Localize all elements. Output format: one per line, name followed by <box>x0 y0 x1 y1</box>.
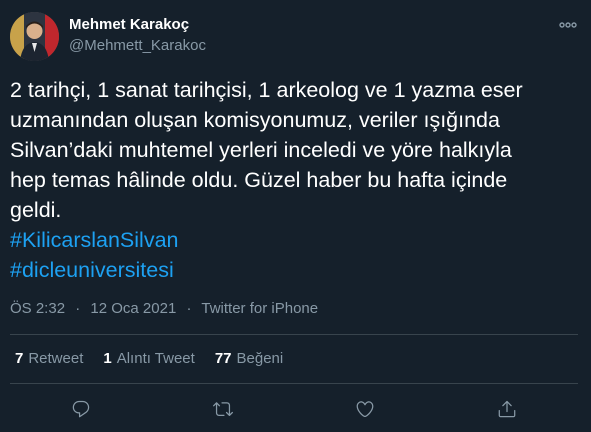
retweets-label: Retweet <box>28 350 84 367</box>
like-button[interactable] <box>352 396 378 422</box>
divider <box>10 383 578 384</box>
tweet-text: 2 tarihçi, 1 sanat tarihçisi, 1 arkeolog… <box>10 75 580 285</box>
likes-count: 77 <box>214 350 232 367</box>
quote-tweets-count: 1 <box>103 350 112 367</box>
likes-label: Beğeni <box>236 350 284 367</box>
user-handle[interactable]: @Mehmett_Karakoc <box>69 37 206 54</box>
tweet-text-line: 2 tarihçi, 1 sanat tarihçisi, 1 arkeolog… <box>10 78 523 102</box>
retweets-count: 7 <box>15 350 24 367</box>
display-name[interactable]: Mehmet Karakoç <box>69 16 189 33</box>
tweet-actions-bar <box>0 396 591 422</box>
tweet-source-link[interactable]: Twitter for iPhone <box>201 300 318 317</box>
separator-dot: · <box>186 300 192 317</box>
quote-tweets-label: Alıntı Tweet <box>116 350 195 367</box>
retweet-button[interactable] <box>210 396 236 422</box>
tweet-text-line: geldi. <box>10 198 62 222</box>
tweet-text-line: hep temas hâlinde oldu. Güzel haber bu h… <box>10 168 508 192</box>
tweet-time[interactable]: ÖS 2:32 <box>10 300 65 317</box>
like-icon <box>356 401 374 418</box>
tweet-metadata: ÖS 2:32 · 12 Oca 2021 · Twitter for iPho… <box>10 300 318 317</box>
retweets-stat[interactable]: 7 Retweet <box>15 350 83 367</box>
tweet-text-line: uzmanından oluşan komisyonumuz, veriler … <box>10 108 500 132</box>
retweet-icon <box>213 402 233 417</box>
quote-tweets-stat[interactable]: 1 Alıntı Tweet <box>103 350 194 367</box>
hashtag-link-dicleuniversitesi[interactable]: #dicleuniversitesi <box>10 255 580 285</box>
separator-dot: · <box>75 300 81 317</box>
tweet-text-line: Silvan’daki muhtemel yerleri inceledi ve… <box>10 138 512 162</box>
divider <box>10 334 578 335</box>
hashtag-link-kilicarslansilvan[interactable]: #KilicarslanSilvan <box>10 225 580 255</box>
tweet-stats: 7 Retweet 1 Alıntı Tweet 77 Beğeni <box>15 350 283 367</box>
share-button[interactable] <box>494 396 520 422</box>
share-icon <box>498 400 516 418</box>
likes-stat[interactable]: 77 Beğeni <box>215 350 283 367</box>
avatar[interactable] <box>10 12 59 61</box>
reply-button[interactable] <box>68 396 94 422</box>
tweet-date[interactable]: 12 Oca 2021 <box>90 300 176 317</box>
tweet-card: Mehmet Karakoç @Mehmett_Karakoc 2 tarihç… <box>0 0 591 432</box>
more-options-icon[interactable] <box>556 14 580 36</box>
reply-icon <box>72 400 90 418</box>
